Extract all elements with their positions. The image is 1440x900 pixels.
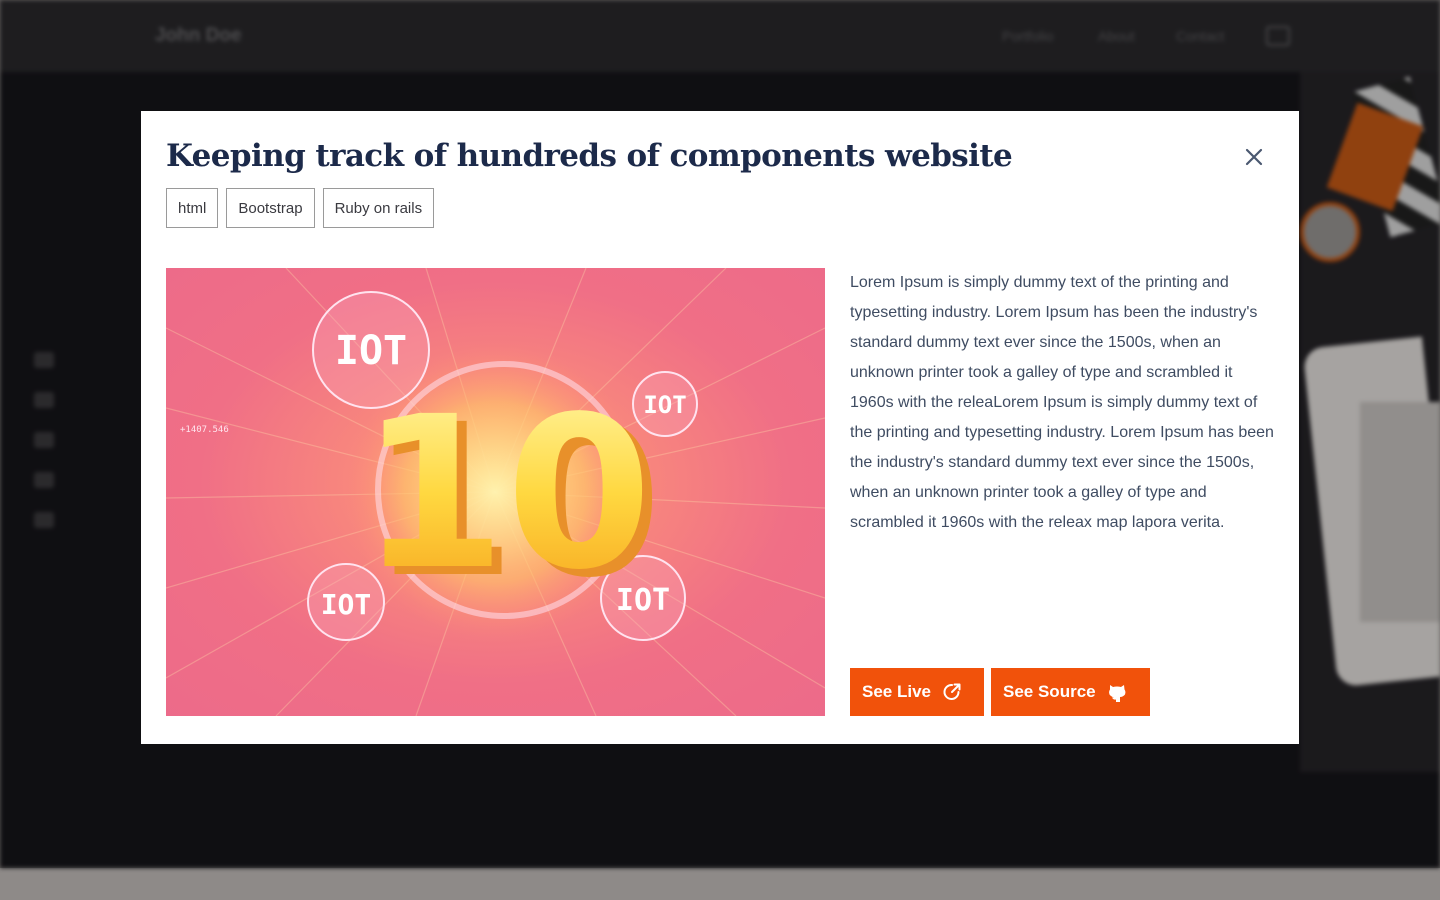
project-modal: Keeping track of hundreds of components … — [141, 111, 1299, 744]
iot-badge-label: IOT — [335, 328, 407, 374]
tech-tags: html Bootstrap Ruby on rails — [166, 188, 435, 228]
see-live-label: See Live — [862, 682, 931, 701]
modal-title: Keeping track of hundreds of components … — [166, 138, 1013, 174]
see-source-label: See Source — [1003, 682, 1096, 701]
close-button[interactable] — [1241, 144, 1267, 170]
close-icon — [1245, 148, 1263, 166]
project-screenshot: IOT IOT IOT IOT +1407.546 10 10 — [166, 268, 825, 716]
project-actions: See Live See Source — [850, 668, 1150, 716]
github-icon — [1106, 681, 1128, 703]
image-number: 10 — [360, 371, 652, 616]
see-source-button[interactable]: See Source — [991, 668, 1150, 716]
tag-bootstrap: Bootstrap — [226, 188, 315, 228]
project-description: Lorem Ipsum is simply dummy text of the … — [850, 274, 1274, 531]
see-live-button[interactable]: See Live — [850, 668, 984, 716]
external-link-icon — [941, 681, 963, 703]
tag-html: html — [166, 188, 219, 228]
tag-ruby-on-rails: Ruby on rails — [322, 188, 435, 228]
image-readout: +1407.546 — [180, 425, 229, 435]
